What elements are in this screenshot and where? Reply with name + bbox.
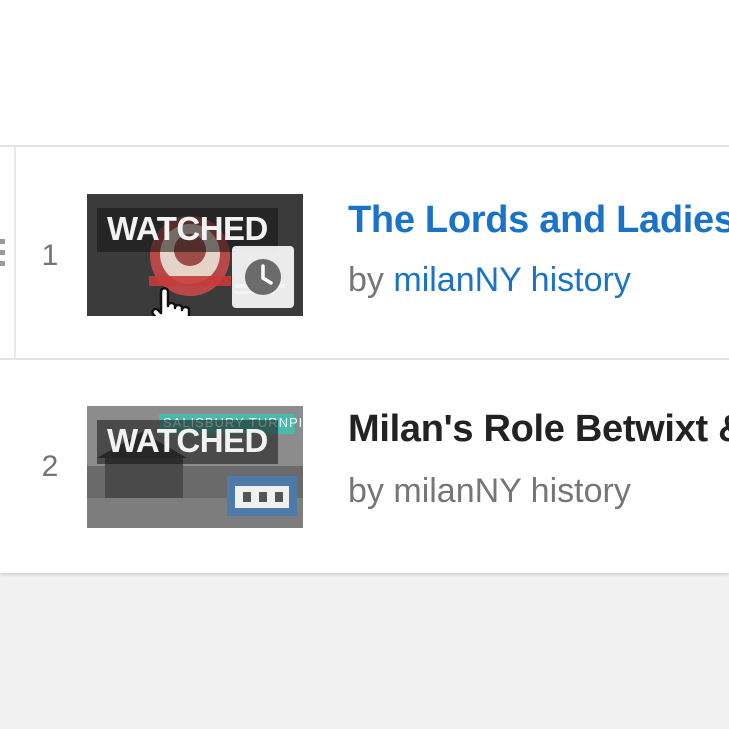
video-thumbnail[interactable]: SALISBURY TURNPIKE WATCHED [87, 406, 303, 528]
byline: by milanNY history [348, 472, 631, 511]
drag-dots-icon [0, 239, 5, 269]
playlist-item[interactable]: 1 WATCHED The Lords and Ladies by milanN… [0, 147, 729, 360]
drag-handle[interactable] [0, 147, 16, 358]
by-prefix: by [348, 261, 384, 299]
playlist-item[interactable]: 2 SALISBURY TURNPIKE WATCHED Milan's Rol… [0, 362, 729, 575]
page-header-area [0, 0, 729, 145]
clock-icon [245, 259, 281, 295]
item-index: 2 [41, 450, 59, 483]
by-prefix: by [348, 472, 384, 510]
item-index: 1 [41, 239, 59, 272]
watch-later-button[interactable] [232, 246, 294, 308]
playlist: 1 WATCHED The Lords and Ladies by milanN… [0, 145, 729, 573]
video-thumbnail[interactable]: WATCHED [87, 194, 303, 316]
channel-link[interactable]: milanNY history [393, 472, 630, 510]
watched-overlay: WATCHED [97, 420, 278, 464]
hand-cursor-icon [151, 287, 191, 316]
video-title-link[interactable]: The Lords and Ladies [348, 199, 729, 242]
video-title-link[interactable]: Milan's Role Betwixt & [348, 408, 729, 451]
channel-link[interactable]: milanNY history [393, 261, 630, 299]
byline: by milanNY history [348, 261, 631, 300]
